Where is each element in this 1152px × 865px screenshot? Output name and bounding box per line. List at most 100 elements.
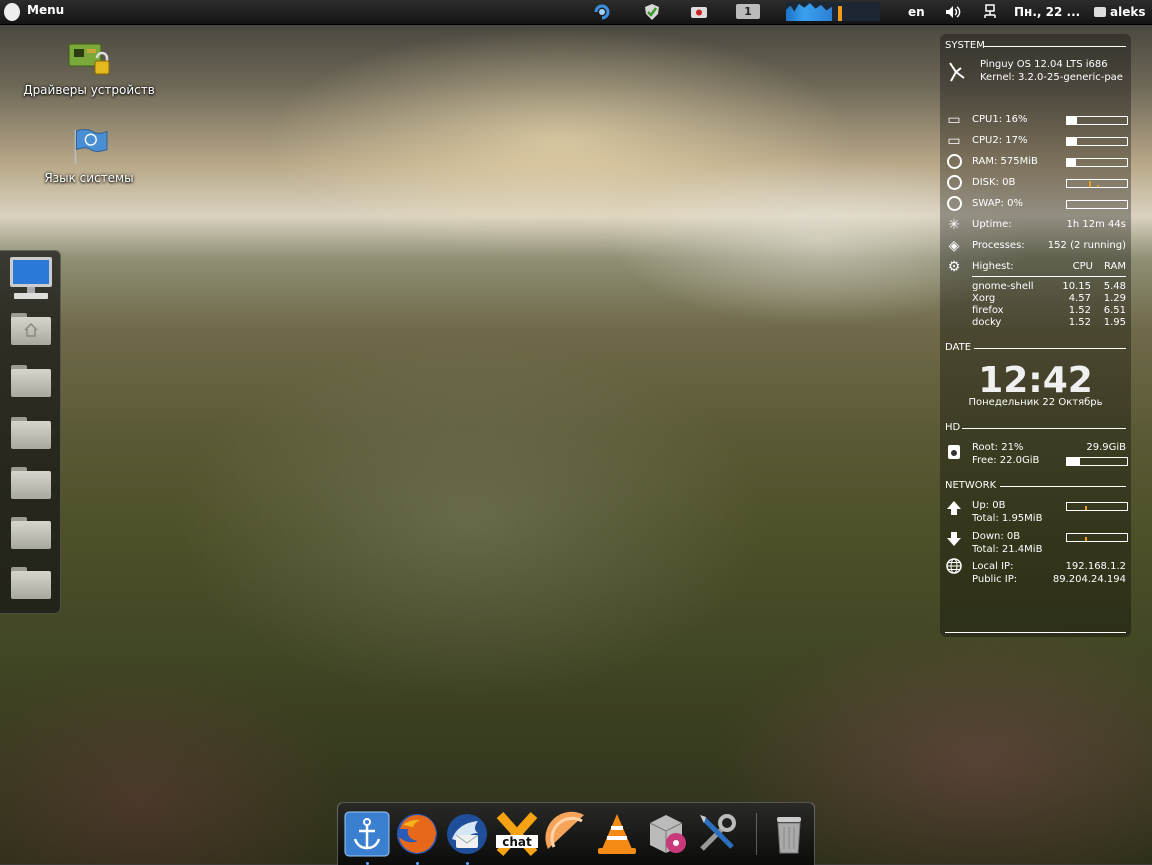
folder-icon[interactable]	[11, 365, 51, 397]
network-wired-icon[interactable]	[983, 4, 997, 20]
net-down-total: Total: 21.4MiB	[972, 544, 1043, 555]
folder-icon[interactable]	[11, 417, 51, 449]
public-ip-value: 89.204.24.194	[1052, 574, 1126, 585]
keyboard-layout-indicator[interactable]: en	[908, 0, 925, 24]
net-up-graph	[1066, 502, 1128, 511]
net-down-label: Down: 0B	[972, 531, 1021, 542]
package-icon[interactable]	[644, 811, 690, 857]
section-header-date: DATE	[945, 342, 972, 353]
steam-swirl-icon[interactable]	[593, 3, 611, 21]
cpu1-bar-fill	[1067, 117, 1077, 124]
desktop-icon-device-drivers[interactable]: Драйверы устройств	[14, 40, 164, 97]
folder-icon[interactable]	[11, 567, 51, 599]
section-header-network: NETWORK	[945, 480, 997, 491]
public-ip-label: Public IP:	[972, 574, 1018, 585]
process-cpu: 10.15	[1062, 281, 1091, 292]
cpu2-label: CPU2: 17%	[972, 135, 1028, 146]
vlc-cone-icon[interactable]	[594, 811, 640, 857]
processes-value: 152 (2 running)	[1047, 240, 1126, 251]
process-name: gnome-shell	[972, 281, 1034, 292]
ram-bar	[1066, 158, 1128, 167]
top-panel: Menu 1 en Пн., 22 ... aleks	[0, 0, 1152, 25]
desktop-icon-system-language[interactable]: Язык системы	[14, 128, 164, 185]
arrow-up-icon	[947, 501, 961, 515]
net-up-total: Total: 1.95MiB	[972, 513, 1043, 524]
divider	[974, 348, 1126, 349]
process-name: Xorg	[972, 293, 996, 304]
arrow-down-icon	[947, 532, 961, 546]
folder-icon[interactable]	[11, 467, 51, 499]
process-cpu: 1.52	[1068, 317, 1091, 328]
hd-total: 29.9GiB	[1086, 442, 1126, 453]
hd-usage-bar	[1066, 457, 1128, 466]
section-header-system: SYSTEM	[945, 40, 985, 51]
update-shield-icon[interactable]	[643, 3, 661, 21]
local-ip-value: 192.168.1.2	[1065, 561, 1126, 572]
process-ram: 5.48	[1103, 281, 1126, 292]
trash-icon[interactable]	[766, 811, 812, 857]
process-ram: 1.29	[1103, 293, 1126, 304]
uptime-icon: ✳	[948, 217, 960, 233]
uptime-label: Uptime:	[972, 219, 1012, 230]
user-menu[interactable]: aleks	[1110, 0, 1145, 24]
cpu1-label: CPU1: 16%	[972, 114, 1028, 125]
tools-icon[interactable]	[694, 811, 740, 857]
hd-free-label: Free: 22.0GiB	[972, 455, 1040, 466]
ram-bar-fill	[1067, 159, 1076, 166]
section-header-hd: HD	[945, 422, 961, 433]
disk-icon	[947, 175, 962, 190]
highest-label: Highest:	[972, 261, 1014, 272]
thunderbird-icon[interactable]	[444, 811, 490, 857]
disk-label: DISK: 0B	[972, 177, 1016, 188]
divider	[962, 428, 1126, 429]
local-ip-label: Local IP:	[972, 561, 1014, 572]
swap-bar	[1066, 200, 1128, 209]
workspace-switcher[interactable]: 1	[736, 4, 760, 19]
ram-label: RAM: 575MiB	[972, 156, 1038, 167]
col-cpu-header: CPU	[1072, 261, 1093, 272]
firefox-icon[interactable]	[394, 811, 440, 857]
cpu2-bar-fill	[1067, 138, 1078, 145]
menu-button[interactable]: Menu	[27, 0, 64, 24]
computer-icon[interactable]	[8, 255, 54, 303]
cpu-icon: ▭	[947, 112, 961, 128]
desktop-icon-label: Язык системы	[44, 171, 134, 185]
ram-icon	[947, 154, 962, 169]
hd-usage-bar-fill	[1067, 458, 1080, 465]
hd-root-label: Root: 21%	[972, 442, 1024, 453]
volume-icon[interactable]	[945, 5, 961, 19]
net-up-label: Up: 0B	[972, 500, 1006, 511]
gnome-foot-icon[interactable]	[4, 3, 20, 21]
divider	[984, 46, 1126, 47]
device-drivers-icon	[68, 43, 110, 75]
anchor-icon[interactable]	[344, 811, 390, 857]
chat-status-icon[interactable]	[1094, 7, 1106, 17]
divider	[1000, 486, 1126, 487]
process-name: docky	[972, 317, 1002, 328]
xchat-icon[interactable]: chat	[494, 811, 540, 857]
gear-icon: ⚙	[947, 259, 961, 275]
tux-icon	[949, 62, 965, 82]
globe-icon	[946, 558, 962, 574]
svg-text:chat: chat	[502, 835, 532, 849]
cpu1-bar	[1066, 116, 1128, 125]
system-monitor-graph[interactable]	[786, 2, 880, 21]
datetime-indicator[interactable]: Пн., 22 ...	[1014, 0, 1080, 24]
folder-icon[interactable]	[11, 517, 51, 549]
desktop-icon-label: Драйверы устройств	[23, 83, 155, 97]
divider	[945, 632, 1126, 633]
swap-label: SWAP: 0%	[972, 198, 1023, 209]
cpu2-bar	[1066, 137, 1128, 146]
process-cpu: 4.57	[1068, 293, 1091, 304]
os-name: Pinguy OS 12.04 LTS i686	[980, 59, 1108, 70]
orange-slice-icon[interactable]	[544, 811, 590, 857]
screen-recorder-icon[interactable]	[690, 3, 708, 21]
disk-graph	[1066, 179, 1128, 188]
process-cpu: 1.52	[1068, 305, 1091, 316]
cpu-icon: ▭	[947, 133, 961, 149]
col-ram-header: RAM	[1103, 261, 1126, 272]
home-folder-icon[interactable]	[11, 313, 51, 345]
process-name: firefox	[972, 305, 1004, 316]
kernel-version: Kernel: 3.2.0-25-generic-pae	[980, 72, 1123, 83]
net-down-graph	[1066, 533, 1128, 542]
